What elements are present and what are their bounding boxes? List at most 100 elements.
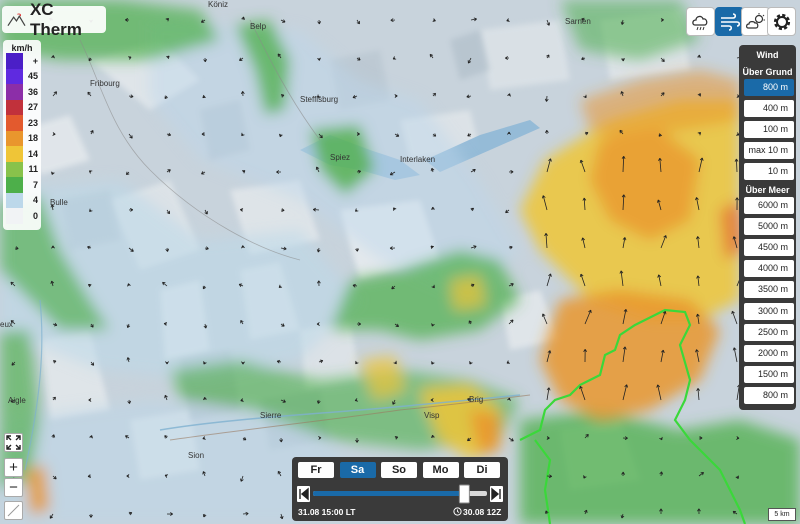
legend-row: 14 — [3, 146, 41, 162]
town-label: Sarnen — [565, 17, 591, 26]
day-tab[interactable]: Sa — [339, 462, 376, 478]
town-label: Aigle — [8, 396, 26, 405]
height-option[interactable]: 4500 m — [744, 239, 794, 257]
legend-swatch — [6, 53, 23, 69]
legend-label: 4 — [32, 195, 38, 206]
legend-swatch — [6, 115, 23, 131]
location-icon — [7, 504, 20, 517]
height-option[interactable]: 10 m — [744, 163, 794, 180]
model-run-label: 30.08 12Z — [463, 507, 502, 517]
legend-label: 18 — [27, 133, 38, 144]
height-option[interactable]: 800 m — [744, 79, 794, 96]
mountain-logo-icon — [7, 12, 26, 26]
legend-swatch — [6, 130, 23, 146]
town-label: Interlaken — [400, 155, 436, 164]
legend-row: 36 — [3, 84, 41, 100]
app-logo[interactable]: XC Therm — [2, 0, 106, 39]
town-label: Spiez — [330, 153, 351, 162]
legend-rows: +45 36 27 23 18 14 11 7 4 0 — [3, 53, 41, 224]
height-option[interactable]: 2000 m — [744, 344, 794, 362]
local-time-label: 31.08 15:00 LT — [298, 507, 356, 517]
legend-unit: km/h — [11, 43, 33, 53]
settings-button[interactable] — [767, 7, 796, 36]
legend-row: 23 — [3, 115, 41, 131]
clock-icon — [453, 507, 462, 516]
sun-cloud-button[interactable] — [741, 7, 770, 36]
time-slider[interactable] — [297, 484, 503, 504]
town-label: Visp — [424, 411, 440, 420]
day-tab[interactable]: Mo — [422, 462, 459, 478]
legend-swatch — [6, 68, 23, 84]
weather-cloud-icon — [691, 15, 707, 30]
group-label-above-ground: Über Grund — [742, 67, 793, 77]
height-option[interactable]: 2500 m — [744, 323, 794, 341]
legend-label: 7 — [32, 179, 38, 190]
height-option[interactable]: 1500 m — [744, 365, 794, 383]
town-label: eux — [0, 320, 13, 329]
legend-row: 27 — [3, 99, 41, 115]
legend-row: 18 — [3, 130, 41, 146]
day-tab[interactable]: So — [381, 462, 417, 478]
day-tab[interactable]: Fr — [298, 462, 334, 478]
height-option[interactable]: 3500 m — [744, 281, 794, 299]
legend-label: + — [32, 55, 38, 66]
legend-swatch — [6, 99, 23, 115]
legend-swatch — [6, 146, 23, 162]
legend-row: 7 — [3, 177, 41, 193]
wind-speed-legend: km/h +45 36 27 23 18 14 11 7 4 0 — [3, 40, 41, 230]
town-label: Brig — [469, 395, 484, 404]
zoom-in-button[interactable]: + — [4, 458, 23, 477]
panel-heading: Wind — [756, 50, 779, 60]
legend-swatch — [6, 84, 23, 100]
legend-label: 23 — [27, 117, 38, 128]
weather-cloud-button[interactable] — [686, 7, 715, 36]
town-label: Sierre — [260, 411, 282, 420]
town-label: Köniz — [208, 0, 229, 9]
town-label: Belp — [250, 22, 267, 31]
day-selector-panel: Fr Sa So Mo Di 31.08 15:00 LT 30.08 12Z — [292, 457, 508, 521]
slider-thumb — [458, 484, 470, 504]
legend-label: 27 — [27, 102, 38, 113]
height-option[interactable]: 800 m — [744, 386, 794, 404]
legend-row: 11 — [3, 161, 41, 177]
wind-map[interactable] — [0, 0, 800, 524]
legend-swatch — [6, 192, 23, 208]
height-option[interactable]: max 10 m — [744, 142, 794, 159]
zoom-out-button[interactable]: − — [4, 478, 23, 497]
sun-cloud-icon — [745, 12, 765, 29]
wind-button[interactable] — [715, 7, 744, 36]
legend-swatch — [6, 177, 23, 193]
gear-icon — [773, 13, 790, 30]
fullscreen-icon — [6, 435, 21, 450]
wind-icon — [720, 12, 740, 31]
group-label-above-sea: Über Meer — [745, 185, 790, 195]
height-option[interactable]: 4000 m — [744, 260, 794, 278]
town-label: Sion — [188, 451, 205, 460]
legend-row: 0 — [3, 208, 41, 224]
legend-row: 4 — [3, 192, 41, 208]
town-label: Fribourg — [90, 79, 120, 88]
legend-row: 45 — [3, 68, 41, 84]
height-option[interactable]: 5000 m — [744, 218, 794, 236]
height-option[interactable]: 100 m — [744, 121, 794, 138]
height-option[interactable]: 400 m — [744, 100, 794, 117]
app-title: XC Therm — [29, 0, 82, 39]
legend-swatch — [6, 161, 23, 177]
scale-bar: 5 km — [768, 508, 796, 521]
legend-label: 0 — [32, 210, 38, 221]
town-label: Steffisburg — [300, 95, 339, 104]
town-label: Bulle — [50, 198, 68, 207]
legend-swatch — [6, 208, 23, 224]
legend-label: 14 — [27, 148, 38, 159]
height-option[interactable]: 3000 m — [744, 302, 794, 320]
height-panel: Wind Über Grund 800 m 400 m 100 m max 10 m 1… — [739, 45, 796, 410]
legend-label: 45 — [27, 71, 38, 82]
legend-row: + — [3, 53, 41, 69]
slider-fill — [313, 491, 465, 496]
height-option[interactable]: 6000 m — [744, 197, 794, 214]
legend-label: 36 — [27, 86, 38, 97]
legend-label: 11 — [28, 164, 38, 175]
day-tab[interactable]: Di — [464, 462, 500, 478]
location-button[interactable] — [4, 501, 23, 520]
fullscreen-button[interactable] — [4, 433, 23, 452]
